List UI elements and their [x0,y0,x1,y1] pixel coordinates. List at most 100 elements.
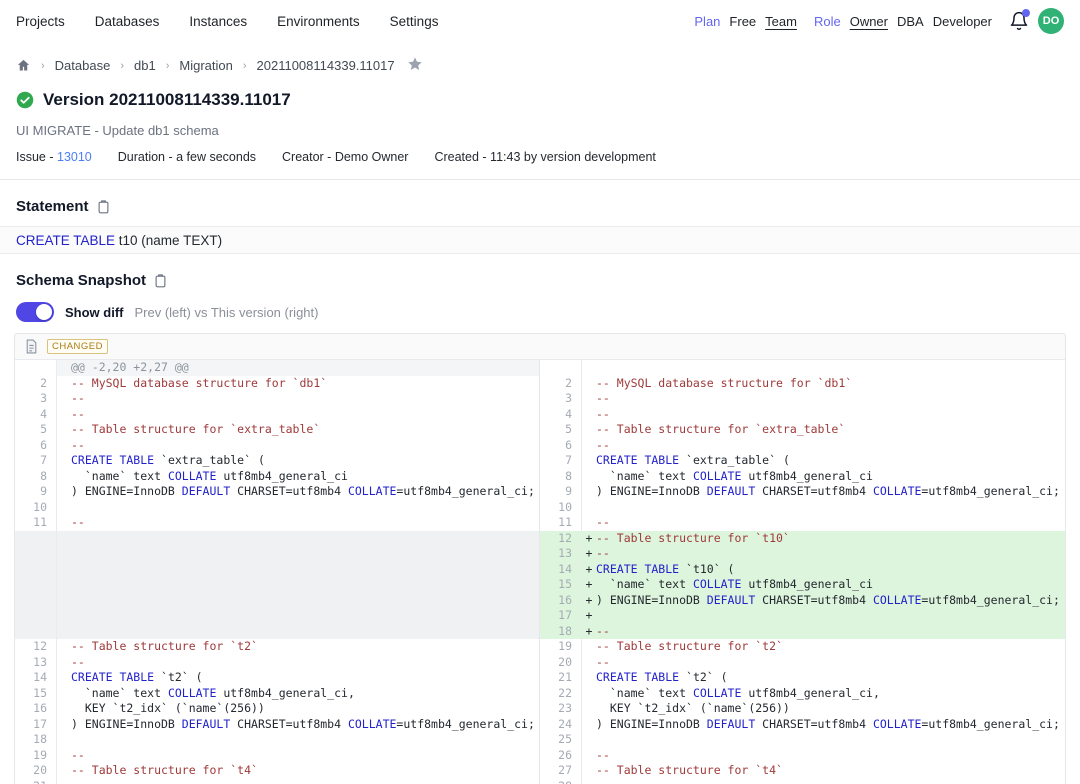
diff-marker: + [582,608,596,624]
diff-marker [582,655,596,671]
diff-marker [582,763,596,779]
nav-item-settings[interactable]: Settings [390,14,439,29]
code-line: -- Table structure for `t4` [71,763,539,779]
diff-marker [582,438,596,454]
page-title: Version 20211008114339.11017 [43,90,291,110]
code-line: KEY `t2_idx` (`name`(256)) [71,701,539,717]
diff-marker [57,732,71,748]
diff-row: 8 `name` text COLLATE utf8mb4_general_ci [15,469,539,485]
breadcrumb-item-version[interactable]: 20211008114339.11017 [257,58,395,73]
meta-duration: Duration - a few seconds [118,150,256,164]
diff-row: 8 `name` text COLLATE utf8mb4_general_ci [540,469,1065,485]
diff-row: 19-- [15,748,539,764]
clipboard-icon[interactable] [153,273,168,288]
meta-creator: Creator - Demo Owner [282,150,408,164]
role-option-owner[interactable]: Owner [850,14,888,29]
line-number: 16 [540,593,582,609]
role-option-developer[interactable]: Developer [933,14,992,29]
top-bar: Projects Databases Instances Environment… [0,0,1080,42]
code-line: CREATE TABLE `extra_table` ( [596,453,1065,469]
diff-marker [57,376,71,392]
diff-row: 14CREATE TABLE `t2` ( [15,670,539,686]
line-number: 8 [540,469,582,485]
diff-row: 7CREATE TABLE `extra_table` ( [15,453,539,469]
home-icon[interactable] [16,58,31,73]
code-line: -- [596,407,1065,423]
notification-dot [1022,9,1030,17]
diff-row: 4 -- [540,407,1065,423]
breadcrumb-item-database[interactable]: Database [55,58,111,73]
diff-marker [582,639,596,655]
toggle-knob [36,304,52,320]
code-line [71,531,539,640]
diff-header: CHANGED [15,334,1065,360]
statement-sql[interactable]: CREATE TABLE t10 (name TEXT) [0,226,1080,254]
nav-item-instances[interactable]: Instances [189,14,247,29]
diff-row: 9) ENGINE=InnoDB DEFAULT CHARSET=utf8mb4… [540,484,1065,500]
code-line: ) ENGINE=InnoDB DEFAULT CHARSET=utf8mb4 … [596,593,1065,609]
code-line [596,608,1065,624]
diff-marker [582,407,596,423]
diff-row: 10 [15,500,539,516]
diff-row: 11-- [540,515,1065,531]
code-line: -- Table structure for `t2` [596,639,1065,655]
line-number: 26 [540,748,582,764]
code-line: -- [596,391,1065,407]
breadcrumb-item-migration[interactable]: Migration [179,58,232,73]
code-line: -- [71,407,539,423]
breadcrumb-item-db1[interactable]: db1 [134,58,156,73]
diff-marker [582,670,596,686]
diff-row: 18 [15,732,539,748]
line-number: 2 [540,376,582,392]
line-number: 9 [540,484,582,500]
chevron-right-icon: › [166,60,170,72]
bell-icon[interactable] [1009,11,1029,31]
line-number: 21 [15,779,57,784]
chevron-right-icon: › [120,60,124,72]
code-line [596,500,1065,516]
nav-item-databases[interactable]: Databases [95,14,160,29]
diff-marker [582,515,596,531]
code-line: -- [71,748,539,764]
plan-option-free[interactable]: Free [729,14,756,29]
diff-marker [582,732,596,748]
diff-marker [57,701,71,717]
code-line: -- [71,655,539,671]
line-number: 13 [540,546,582,562]
nav-item-projects[interactable]: Projects [16,14,65,29]
avatar[interactable]: DO [1038,8,1064,34]
star-icon[interactable] [407,56,423,75]
diff-marker [57,422,71,438]
diff-marker [57,670,71,686]
diff-row: 26-- [540,748,1065,764]
account-area: Plan Free Team Role Owner DBA Developer … [694,8,1064,34]
code-line: -- [71,515,539,531]
diff-marker [582,453,596,469]
line-number: 4 [540,407,582,423]
code-line: `name` text COLLATE utf8mb4_general_ci [596,577,1065,593]
code-line: -- [596,779,1065,784]
plan-option-team[interactable]: Team [765,14,797,29]
line-number: 16 [15,701,57,717]
diff-marker [582,686,596,702]
code-line: -- [596,515,1065,531]
line-number: 20 [540,655,582,671]
diff-marker [582,391,596,407]
clipboard-icon[interactable] [96,199,111,214]
show-diff-toggle[interactable] [16,302,54,322]
issue-link[interactable]: 13010 [57,150,92,164]
diff-row: 21CREATE TABLE `t2` ( [540,670,1065,686]
code-line: -- [71,438,539,454]
diff-editor[interactable]: @@ -2,20 +2,27 @@2-- MySQL database stru… [15,360,1065,784]
diff-marker [582,748,596,764]
diff-marker: + [582,562,596,578]
diff-row: 19-- Table structure for `t2` [540,639,1065,655]
diff-marker [57,438,71,454]
code-line: `name` text COLLATE utf8mb4_general_ci [596,469,1065,485]
code-line: `name` text COLLATE utf8mb4_general_ci, [71,686,539,702]
version-meta: Issue - 13010 Duration - a few seconds C… [16,150,1064,164]
role-option-dba[interactable]: DBA [897,14,924,29]
nav-item-environments[interactable]: Environments [277,14,360,29]
diff-marker [582,779,596,784]
show-diff-hint: Prev (left) vs This version (right) [135,305,319,320]
